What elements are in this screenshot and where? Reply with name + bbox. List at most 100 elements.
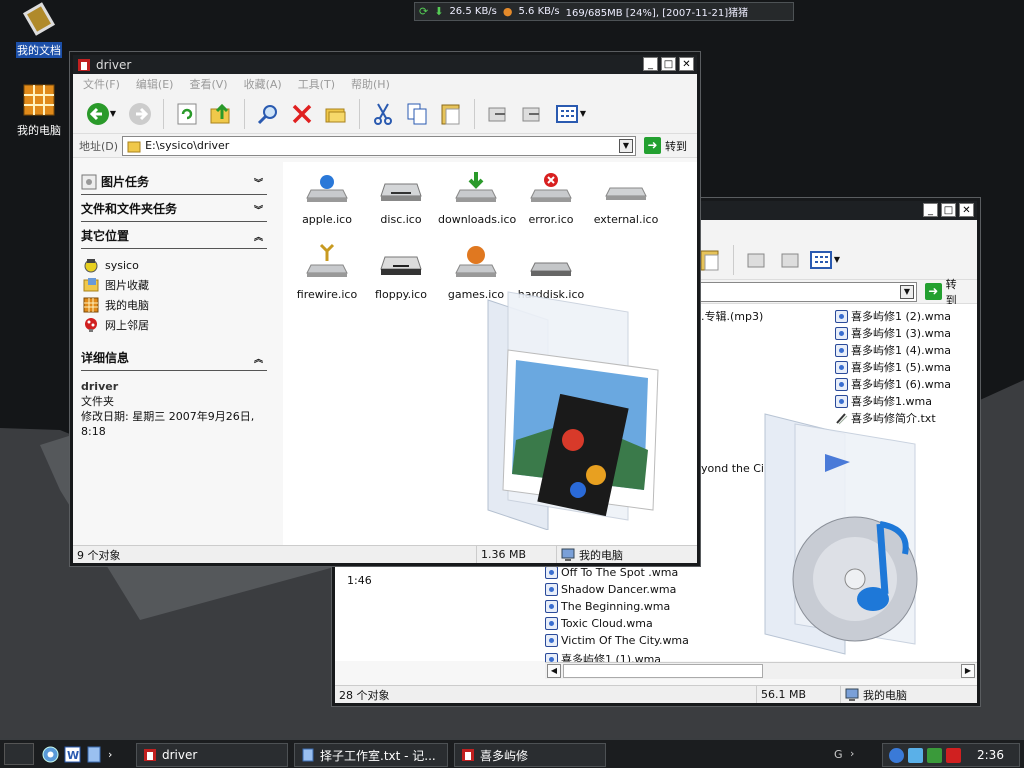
driver-window-titlebar[interactable]: driver [73, 55, 697, 74]
back-arrow-icon [86, 102, 109, 125]
expand-chevron-icon[interactable]: ︾ [254, 203, 263, 216]
address-dropdown-button[interactable]: ▼ [900, 284, 914, 299]
copy-to-button[interactable] [517, 99, 547, 129]
views-button[interactable]: ▼ [810, 245, 840, 275]
move-to-icon [747, 253, 765, 267]
close-button[interactable]: ✕ [679, 57, 694, 71]
my-pictures-icon [83, 278, 99, 292]
music-address-input[interactable]: ▼ [699, 281, 917, 302]
file-tasks-header[interactable]: 文件和文件夹任务 ︾ [81, 196, 267, 222]
list-item[interactable]: 喜多屿修1 (6).wma [835, 376, 951, 392]
toolbar-chevron-icon[interactable]: › [850, 747, 854, 760]
list-item[interactable]: .专辑.(mp3) [701, 308, 763, 324]
collapse-chevron-icon[interactable]: ︽ [254, 230, 263, 243]
notepad-icon[interactable] [86, 746, 103, 763]
file-item-external[interactable]: external.ico [588, 166, 664, 226]
menu-favorites[interactable]: 收藏(A) [244, 76, 282, 92]
delete-button[interactable] [287, 99, 317, 129]
status-count: 9 个对象 [73, 546, 477, 563]
file-item-firewire[interactable]: firewire.ico [289, 241, 365, 301]
driver-window[interactable]: driver _ □ ✕ 文件(F) 编辑(E) 查看(V) 收藏(A) 工具(… [70, 52, 700, 566]
clock[interactable]: 2:36 [977, 748, 1004, 762]
maximize-button[interactable]: □ [661, 57, 676, 71]
file-item-floppy[interactable]: floppy.ico [363, 241, 439, 301]
word-icon[interactable]: W [64, 746, 81, 763]
section-title: 详细信息 [81, 351, 130, 365]
menu-tools[interactable]: 工具(T) [298, 76, 335, 92]
wma-file-icon [545, 600, 558, 613]
horizontal-scrollbar[interactable]: ◀ ▶ [545, 662, 977, 679]
place-network[interactable]: 网上邻居 [81, 315, 267, 335]
expand-chevron-icon[interactable]: ︾ [254, 176, 263, 189]
list-item[interactable]: Off To The Spot .wma [545, 566, 678, 579]
list-item[interactable]: Toxic Cloud.wma [545, 617, 653, 630]
address-dropdown-button[interactable]: ▼ [619, 138, 633, 153]
file-item-disc[interactable]: disc.ico [363, 166, 439, 226]
list-item[interactable]: Victim Of The City.wma [545, 634, 689, 647]
forward-button[interactable] [125, 99, 155, 129]
close-button[interactable]: ✕ [959, 203, 974, 217]
language-indicator[interactable]: G [834, 748, 843, 761]
collapse-chevron-icon[interactable]: ︽ [254, 352, 263, 365]
scroll-left-button[interactable]: ◀ [547, 664, 561, 678]
details-header[interactable]: 详细信息 ︽ [81, 345, 267, 371]
tray-network-icon[interactable] [908, 747, 923, 763]
menu-view[interactable]: 查看(V) [189, 76, 227, 92]
window-title: driver [96, 57, 132, 72]
menu-edit[interactable]: 编辑(E) [136, 76, 174, 92]
copy-to-button[interactable] [776, 245, 806, 275]
refresh-button[interactable] [172, 99, 202, 129]
tray-app-icon[interactable] [889, 747, 904, 763]
taskbar-button-driver[interactable]: driver [136, 743, 288, 767]
minimize-button[interactable]: _ [923, 203, 938, 217]
minimize-button[interactable]: _ [643, 57, 658, 71]
move-to-button[interactable] [483, 99, 513, 129]
quicklaunch-chevron-icon[interactable]: › [108, 748, 112, 761]
folders-button[interactable] [321, 99, 351, 129]
goto-button[interactable]: ➜ 转到 [640, 137, 691, 154]
other-places-header[interactable]: 其它位置 ︽ [81, 223, 267, 249]
list-item[interactable]: 喜多屿修1 (2).wma [835, 308, 951, 324]
file-item-downloads[interactable]: downloads.ico [438, 166, 516, 226]
list-item[interactable]: Shadow Dancer.wma [545, 583, 676, 596]
copy-button[interactable] [402, 99, 432, 129]
menu-help[interactable]: 帮助(H) [351, 76, 390, 92]
external-drive-icon [605, 187, 647, 200]
details-name: driver [81, 380, 119, 393]
maximize-button[interactable]: □ [941, 203, 956, 217]
quick-launch: W › [42, 746, 112, 763]
scroll-right-button[interactable]: ▶ [961, 664, 975, 678]
desktop-icon-documents[interactable]: 我的文档 [8, 2, 70, 58]
taskbar-button-music[interactable]: 喜多屿修 [454, 743, 606, 767]
details-modified: 修改日期: 星期三 2007年9月26日, 8:18 [81, 410, 255, 438]
place-sysico[interactable]: sysico [81, 255, 267, 275]
file-item-error[interactable]: error.ico [513, 166, 589, 226]
search-button[interactable] [253, 99, 283, 129]
cut-button[interactable] [368, 99, 398, 129]
list-item[interactable]: 喜多屿修1 (5).wma [835, 359, 951, 375]
list-item[interactable]: 喜多屿修1 (4).wma [835, 342, 951, 358]
tray-antivirus-icon[interactable] [946, 747, 961, 763]
tray-status-icon[interactable] [927, 747, 942, 763]
list-item[interactable]: 喜多屿修1 (3).wma [835, 325, 951, 341]
scroll-thumb[interactable] [563, 664, 763, 678]
desktop-icon-my-computer[interactable]: 我的电脑 [8, 84, 70, 138]
paste-button[interactable] [436, 99, 466, 129]
list-item[interactable]: The Beginning.wma [545, 600, 670, 613]
file-name: 喜多屿修1 (2).wma [851, 310, 952, 323]
file-label: firewire.ico [296, 288, 358, 301]
music-goto-button[interactable]: ➜ 转到 [921, 276, 971, 308]
back-button[interactable]: ▼ [81, 99, 121, 129]
place-my-computer[interactable]: 我的电脑 [81, 295, 267, 315]
start-button[interactable] [4, 743, 34, 765]
browser-icon[interactable] [42, 746, 59, 763]
move-to-button[interactable] [742, 245, 772, 275]
taskbar-button-notepad[interactable]: 择子工作室.txt - 记... [294, 743, 448, 767]
picture-tasks-header[interactable]: 图片任务 ︾ [81, 169, 267, 195]
up-folder-button[interactable] [206, 99, 236, 129]
place-my-pictures[interactable]: 图片收藏 [81, 275, 267, 295]
file-item-apple[interactable]: apple.ico [289, 166, 365, 226]
views-button[interactable]: ▼ [551, 99, 591, 129]
menu-file[interactable]: 文件(F) [83, 76, 120, 92]
address-input[interactable]: E:\sysico\driver ▼ [122, 135, 636, 156]
